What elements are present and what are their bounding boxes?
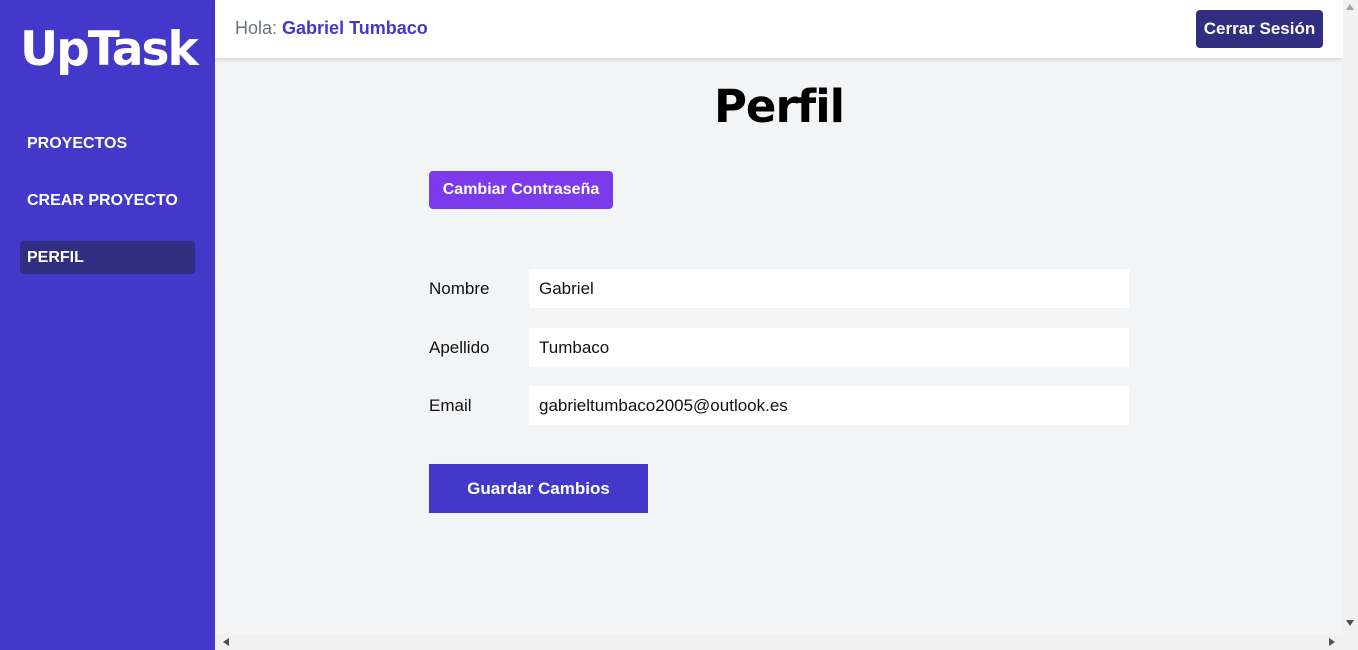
user-name: Gabriel Tumbaco bbox=[282, 18, 428, 38]
sidebar-item-proyectos[interactable]: PROYECTOS bbox=[20, 127, 195, 160]
apellido-input[interactable] bbox=[529, 328, 1129, 367]
email-input[interactable] bbox=[529, 386, 1129, 425]
horizontal-scrollbar[interactable] bbox=[215, 634, 1343, 650]
field-nombre: Nombre bbox=[429, 269, 1129, 308]
sidebar-item-crear-proyecto[interactable]: CREAR PROYECTO bbox=[20, 184, 195, 217]
sidebar-nav: PROYECTOS CREAR PROYECTO PERFIL bbox=[20, 127, 195, 298]
vertical-scrollbar[interactable] bbox=[1343, 0, 1358, 634]
change-password-button[interactable]: Cambiar Contraseña bbox=[429, 171, 613, 209]
save-changes-button[interactable]: Guardar Cambios bbox=[429, 464, 648, 513]
scroll-left-arrow-icon[interactable] bbox=[223, 638, 229, 646]
apellido-label: Apellido bbox=[429, 338, 490, 357]
page-title: Perfil bbox=[713, 80, 845, 133]
scroll-up-arrow-icon[interactable] bbox=[1346, 4, 1354, 10]
scroll-down-arrow-icon[interactable] bbox=[1346, 620, 1354, 626]
field-apellido: Apellido bbox=[429, 328, 1129, 367]
greeting-prefix: Hola: bbox=[235, 18, 278, 38]
app-logo[interactable]: UpTask bbox=[20, 18, 199, 82]
scroll-right-arrow-icon[interactable] bbox=[1329, 638, 1335, 646]
sidebar: UpTask PROYECTOS CREAR PROYECTO PERFIL bbox=[0, 0, 215, 650]
main-content: Perfil Cambiar Contraseña Nombre Apellid… bbox=[215, 58, 1343, 634]
sidebar-item-perfil[interactable]: PERFIL bbox=[20, 241, 195, 274]
greeting: Hola: Gabriel Tumbaco bbox=[235, 18, 428, 39]
nombre-input[interactable] bbox=[529, 269, 1129, 308]
scrollbar-corner bbox=[1343, 634, 1358, 650]
email-label: Email bbox=[429, 396, 472, 415]
nombre-label: Nombre bbox=[429, 279, 490, 298]
field-email: Email bbox=[429, 386, 1129, 425]
logout-button[interactable]: Cerrar Sesión bbox=[1196, 10, 1323, 48]
top-bar: Hola: Gabriel Tumbaco Cerrar Sesión bbox=[215, 0, 1343, 58]
